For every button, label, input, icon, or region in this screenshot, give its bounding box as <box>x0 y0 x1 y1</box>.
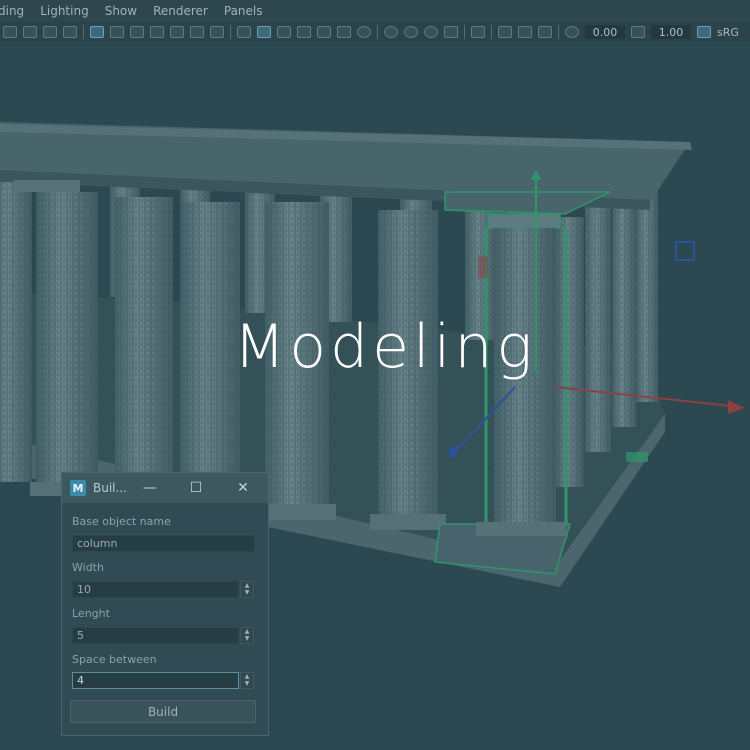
isolate-icon[interactable] <box>471 26 485 38</box>
exposure-icon[interactable] <box>565 26 579 38</box>
spin-down-icon[interactable]: ▼ <box>241 635 253 642</box>
grid-icon[interactable] <box>90 26 104 38</box>
xray-icon[interactable] <box>498 26 512 38</box>
menu-show[interactable]: Show <box>97 4 145 18</box>
spin-up-icon[interactable]: ▲ <box>241 582 253 589</box>
resolution-gate-icon[interactable] <box>130 26 144 38</box>
xray-joints-icon[interactable] <box>518 26 532 38</box>
toolbar-divider <box>377 25 378 39</box>
space-input[interactable]: 4 <box>72 672 239 689</box>
menu-shading[interactable]: ding <box>0 4 32 18</box>
toolbar-divider <box>230 25 231 39</box>
safe-title-icon[interactable] <box>210 26 224 38</box>
spin-down-icon[interactable]: ▼ <box>241 680 253 687</box>
shadows-icon[interactable] <box>357 26 371 38</box>
camera-icon[interactable] <box>3 26 17 38</box>
build-button[interactable]: Build <box>70 700 256 723</box>
gamma-icon[interactable] <box>631 26 645 38</box>
menu-panels[interactable]: Panels <box>216 4 271 18</box>
base-name-input[interactable]: column <box>72 535 255 552</box>
spin-up-icon[interactable]: ▲ <box>241 628 253 635</box>
shaded-icon[interactable] <box>257 26 271 38</box>
width-label: Width <box>72 561 104 574</box>
gamma-field[interactable]: 1.00 <box>651 25 691 39</box>
select-icon[interactable] <box>23 26 37 38</box>
motion-blur-icon[interactable] <box>424 26 438 38</box>
wireframe-icon[interactable] <box>237 26 251 38</box>
space-label: Space between <box>72 653 157 666</box>
colorspace-label[interactable]: sRG <box>717 26 739 39</box>
toolbar-divider <box>464 25 465 39</box>
close-icon[interactable]: ✕ <box>235 480 251 496</box>
toolbar-divider <box>491 25 492 39</box>
maya-logo-icon: M <box>70 480 86 496</box>
space-spinner[interactable]: ▲ ▼ <box>240 672 254 689</box>
base-name-label: Base object name <box>72 515 171 528</box>
antialias-icon[interactable] <box>444 26 458 38</box>
dialog-title: Buil... <box>93 481 127 495</box>
dialog-title-bar[interactable]: M Buil... — ☐ ✕ <box>62 473 268 503</box>
toolbar-divider <box>558 25 559 39</box>
safe-action-icon[interactable] <box>190 26 204 38</box>
color-management-icon[interactable] <box>697 26 711 38</box>
overlay-title: Modeling <box>233 312 537 382</box>
length-spinner[interactable]: ▲ ▼ <box>240 627 254 644</box>
texture-icon[interactable] <box>317 26 331 38</box>
gate-mask-icon[interactable] <box>150 26 164 38</box>
maximize-icon[interactable]: ☐ <box>188 480 204 496</box>
wireframe-on-shaded-icon[interactable] <box>277 26 291 38</box>
width-input[interactable]: 10 <box>72 581 239 598</box>
width-spinner[interactable]: ▲ ▼ <box>240 581 254 598</box>
film-gate-icon[interactable] <box>110 26 124 38</box>
menu-bar: ding Lighting Show Renderer Panels <box>0 0 750 22</box>
menu-renderer[interactable]: Renderer <box>145 4 216 18</box>
exposure-field[interactable]: 0.00 <box>585 25 625 39</box>
snap-icon[interactable] <box>538 26 552 38</box>
textured-icon[interactable] <box>297 26 311 38</box>
ambient-occlusion-icon[interactable] <box>404 26 418 38</box>
build-dialog: M Buil... — ☐ ✕ Base object name column … <box>61 472 269 736</box>
light-icon[interactable] <box>337 26 351 38</box>
toolbar-divider <box>83 25 84 39</box>
length-label: Lenght <box>72 607 110 620</box>
viewport-toolbar: 0.00 1.00 sRG <box>0 22 750 42</box>
maya-window: ding Lighting Show Renderer Panels 0.00 … <box>0 0 750 750</box>
length-input[interactable]: 5 <box>72 627 239 644</box>
move-icon[interactable] <box>43 26 57 38</box>
menu-lighting[interactable]: Lighting <box>32 4 97 18</box>
minimize-icon[interactable]: — <box>142 480 158 496</box>
sphere-icon[interactable] <box>384 26 398 38</box>
spin-down-icon[interactable]: ▼ <box>241 589 253 596</box>
spin-up-icon[interactable]: ▲ <box>241 673 253 680</box>
paint-icon[interactable] <box>63 26 77 38</box>
field-chart-icon[interactable] <box>170 26 184 38</box>
